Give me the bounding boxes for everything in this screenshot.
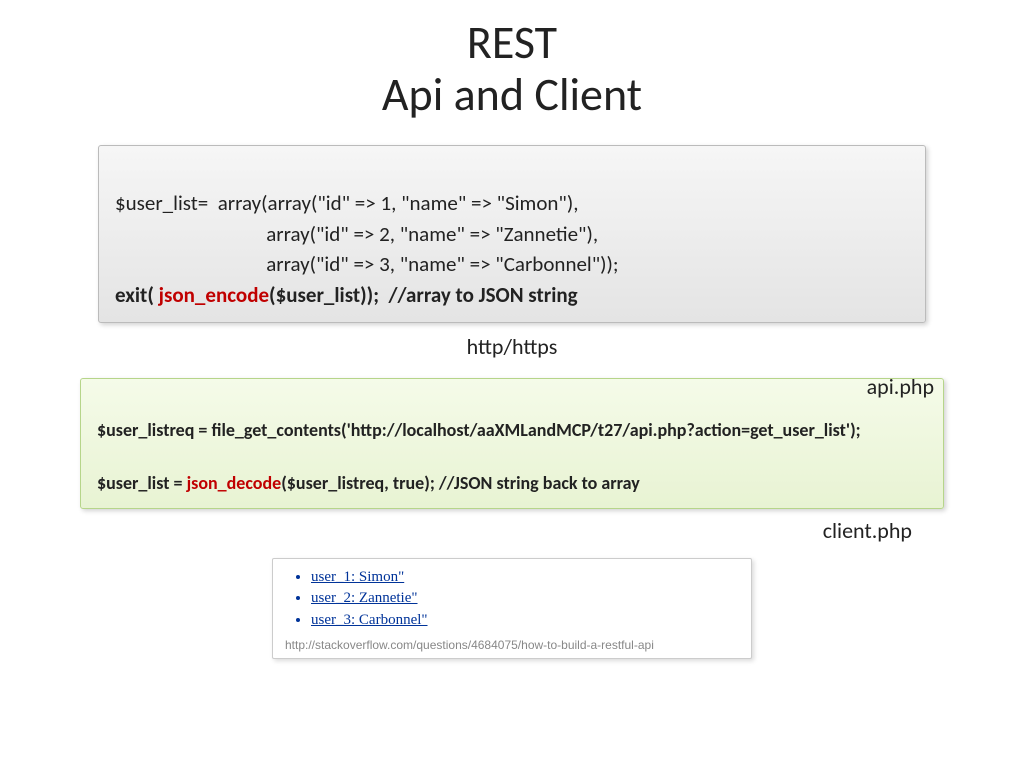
code1-line3: array("id" => 3, "name" => "Carbonnel"))… xyxy=(266,251,618,277)
json-encode-fn: json_encode xyxy=(154,282,269,308)
code2-line1: $user_listreq = file_get_contents('http:… xyxy=(97,419,861,441)
client-filename-label: client.php xyxy=(40,517,912,544)
code1-exit: exit( json_encode($user_list)); //array … xyxy=(115,282,578,308)
code2-line2: $user_list = json_decode($user_listreq, … xyxy=(97,472,640,494)
result-item[interactable]: user_3: Carbonnel" xyxy=(311,610,739,632)
result-item[interactable]: user_2: Zannetie" xyxy=(311,588,739,610)
slide-root: REST Api and Client $user_list= array(ar… xyxy=(0,0,1024,768)
slide-title: REST Api and Client xyxy=(40,18,984,121)
result-list: user_1: Simon" user_2: Zannetie" user_3:… xyxy=(285,567,739,632)
result-output-box: user_1: Simon" user_2: Zannetie" user_3:… xyxy=(272,558,752,659)
code1-line2: array("id" => 2, "name" => "Zannetie"), xyxy=(266,221,598,247)
client-code-box: $user_listreq = file_get_contents('http:… xyxy=(80,378,944,508)
api-filename-label: api.php xyxy=(867,373,934,400)
source-link[interactable]: http://stackoverflow.com/questions/46840… xyxy=(285,638,739,652)
api-code-box: $user_list= array(array("id" => 1, "name… xyxy=(98,145,926,323)
json-decode-fn: json_decode xyxy=(187,472,282,494)
title-line-2: Api and Client xyxy=(382,67,642,123)
code1-line1: $user_list= array(array("id" => 1, "name… xyxy=(115,190,578,216)
http-label: http/https xyxy=(40,333,984,360)
result-item[interactable]: user_1: Simon" xyxy=(311,567,739,589)
title-line-1: REST xyxy=(467,15,557,71)
